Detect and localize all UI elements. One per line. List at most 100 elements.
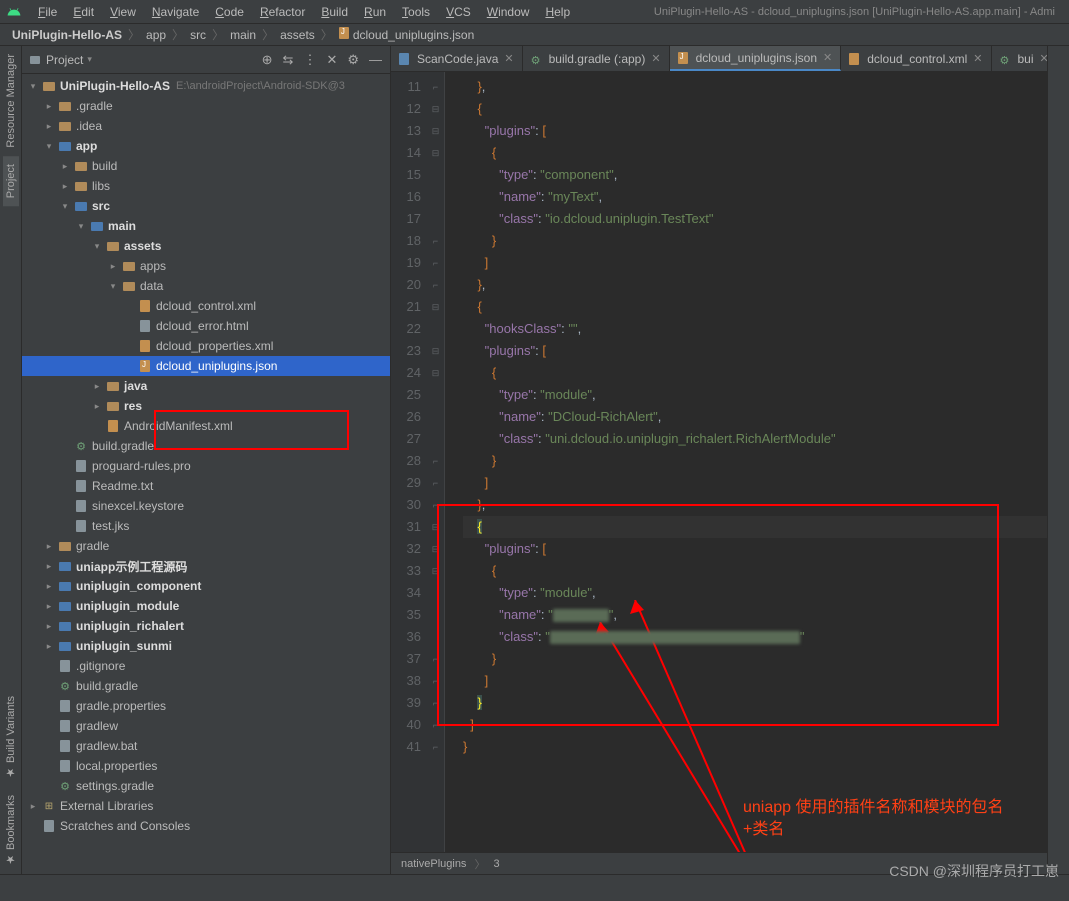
tree-node[interactable]: app (22, 136, 390, 156)
fold-marker[interactable]: ⌐ (427, 670, 444, 692)
tool-tab-resource-manager[interactable]: Resource Manager (3, 46, 19, 156)
breadcrumb-item[interactable]: dcloud_uniplugins.json (337, 27, 476, 42)
code-line[interactable]: } (463, 450, 1047, 472)
close-icon[interactable]: ✕ (823, 51, 832, 64)
code-line[interactable]: "hooksClass": "", (463, 318, 1047, 340)
code-line[interactable]: { (463, 142, 1047, 164)
fold-marker[interactable] (427, 186, 444, 208)
code-line[interactable]: "plugins": [ (463, 120, 1047, 142)
tree-node[interactable]: gradle (22, 536, 390, 556)
menu-help[interactable]: Help (537, 3, 578, 21)
fold-marker[interactable]: ⌐ (427, 714, 444, 736)
tree-arrow-icon[interactable] (28, 81, 38, 92)
tree-arrow-icon[interactable] (28, 801, 38, 812)
code-line[interactable]: "class": "uni.dcloud.io.uniplugin_richal… (463, 428, 1047, 450)
menu-navigate[interactable]: Navigate (144, 3, 207, 21)
code-line[interactable]: }, (463, 76, 1047, 98)
code-line[interactable]: { (463, 362, 1047, 384)
code-editor[interactable]: 1112131415161718192021222324252627282930… (391, 72, 1047, 852)
fold-marker[interactable]: ⌐ (427, 252, 444, 274)
code-line[interactable]: ] (463, 714, 1047, 736)
tree-node[interactable]: ⊞External Libraries (22, 796, 390, 816)
fold-marker[interactable]: ⊟ (427, 98, 444, 120)
tree-arrow-icon[interactable] (92, 401, 102, 412)
tree-node[interactable]: data (22, 276, 390, 296)
tree-node[interactable]: dcloud_properties.xml (22, 336, 390, 356)
fold-marker[interactable]: ⌐ (427, 230, 444, 252)
fold-marker[interactable]: ⊟ (427, 362, 444, 384)
code-line[interactable]: "plugins": [ (463, 340, 1047, 362)
code-line[interactable]: "name": "DCloud-RichAlert", (463, 406, 1047, 428)
tree-node[interactable]: uniplugin_component (22, 576, 390, 596)
code-line[interactable]: ] (463, 472, 1047, 494)
breadcrumb-item[interactable]: UniPlugin-Hello-AS (10, 28, 124, 42)
code-line[interactable]: { (463, 560, 1047, 582)
breadcrumb-item[interactable]: main (228, 28, 258, 42)
breadcrumb-item[interactable]: src (188, 28, 208, 42)
tree-node[interactable]: ⚙build.gradle (22, 436, 390, 456)
fold-marker[interactable]: ⊟ (427, 560, 444, 582)
tree-arrow-icon[interactable] (44, 641, 54, 652)
fold-marker[interactable]: ⊟ (427, 120, 444, 142)
fold-marker[interactable]: ⌐ (427, 472, 444, 494)
tree-node[interactable]: uniapp示例工程源码 (22, 556, 390, 576)
menu-vcs[interactable]: VCS (438, 3, 479, 21)
panel-action-4[interactable]: ⚙ (347, 52, 359, 68)
editor-tab[interactable]: dcloud_uniplugins.json✕ (670, 46, 842, 71)
code-line[interactable]: }, (463, 274, 1047, 296)
editor-breadcrumb[interactable]: nativePlugins〉3 (391, 852, 1047, 874)
tool-tab-bookmarks[interactable]: ★ Bookmarks (2, 787, 19, 874)
editor-breadcrumb-item[interactable]: 3 (493, 858, 499, 870)
tree-arrow-icon[interactable] (44, 101, 54, 112)
tree-arrow-icon[interactable] (44, 541, 54, 552)
code-line[interactable]: }, (463, 494, 1047, 516)
close-icon[interactable]: ✕ (651, 52, 660, 65)
tree-node[interactable]: local.properties (22, 756, 390, 776)
tree-node[interactable]: proguard-rules.pro (22, 456, 390, 476)
tree-arrow-icon[interactable] (44, 581, 54, 592)
tree-arrow-icon[interactable] (60, 181, 70, 192)
tree-arrow-icon[interactable] (44, 601, 54, 612)
code-line[interactable]: "type": "component", (463, 164, 1047, 186)
tree-node[interactable]: src (22, 196, 390, 216)
fold-marker[interactable] (427, 318, 444, 340)
fold-marker[interactable]: ⊟ (427, 538, 444, 560)
editor-tab[interactable]: dcloud_control.xml✕ (841, 46, 991, 71)
fold-marker[interactable] (427, 626, 444, 648)
code-line[interactable]: { (463, 296, 1047, 318)
menu-refactor[interactable]: Refactor (252, 3, 313, 21)
tree-node[interactable]: java (22, 376, 390, 396)
tree-arrow-icon[interactable] (44, 561, 54, 572)
tree-arrow-icon[interactable] (108, 261, 118, 272)
code-line[interactable]: "class": "io.dcloud.uniplugin.TestText" (463, 208, 1047, 230)
tree-node[interactable]: dcloud_control.xml (22, 296, 390, 316)
tree-arrow-icon[interactable] (44, 621, 54, 632)
tree-node[interactable]: AndroidManifest.xml (22, 416, 390, 436)
fold-marker[interactable] (427, 406, 444, 428)
code-line[interactable]: "type": "module", (463, 582, 1047, 604)
code-content[interactable]: uniapp 使用的插件名称和模块的包名+类名 }, { "plugins": … (445, 72, 1047, 852)
code-line[interactable]: "name": "", (463, 604, 1047, 626)
code-line[interactable]: } (463, 648, 1047, 670)
fold-marker[interactable]: ⌐ (427, 494, 444, 516)
editor-tab[interactable]: ⚙build.gradle (:app)✕ (523, 46, 670, 71)
tree-node[interactable]: ⚙build.gradle (22, 676, 390, 696)
code-line[interactable]: { (463, 98, 1047, 120)
code-line[interactable]: { (463, 516, 1047, 538)
code-line[interactable]: "plugins": [ (463, 538, 1047, 560)
menu-view[interactable]: View (102, 3, 144, 21)
panel-action-1[interactable]: ⇆ (283, 52, 294, 68)
code-line[interactable]: } (463, 692, 1047, 714)
tree-node[interactable]: uniplugin_sunmi (22, 636, 390, 656)
menu-build[interactable]: Build (313, 3, 356, 21)
tree-node[interactable]: Readme.txt (22, 476, 390, 496)
tree-node[interactable]: main (22, 216, 390, 236)
tree-node[interactable]: ⚙settings.gradle (22, 776, 390, 796)
menu-edit[interactable]: Edit (65, 3, 102, 21)
tree-arrow-icon[interactable] (60, 161, 70, 172)
fold-marker[interactable]: ⌐ (427, 450, 444, 472)
tree-arrow-icon[interactable] (76, 221, 86, 232)
panel-action-2[interactable]: ⋮ (303, 52, 316, 68)
fold-marker[interactable]: ⊟ (427, 142, 444, 164)
tree-node[interactable]: test.jks (22, 516, 390, 536)
